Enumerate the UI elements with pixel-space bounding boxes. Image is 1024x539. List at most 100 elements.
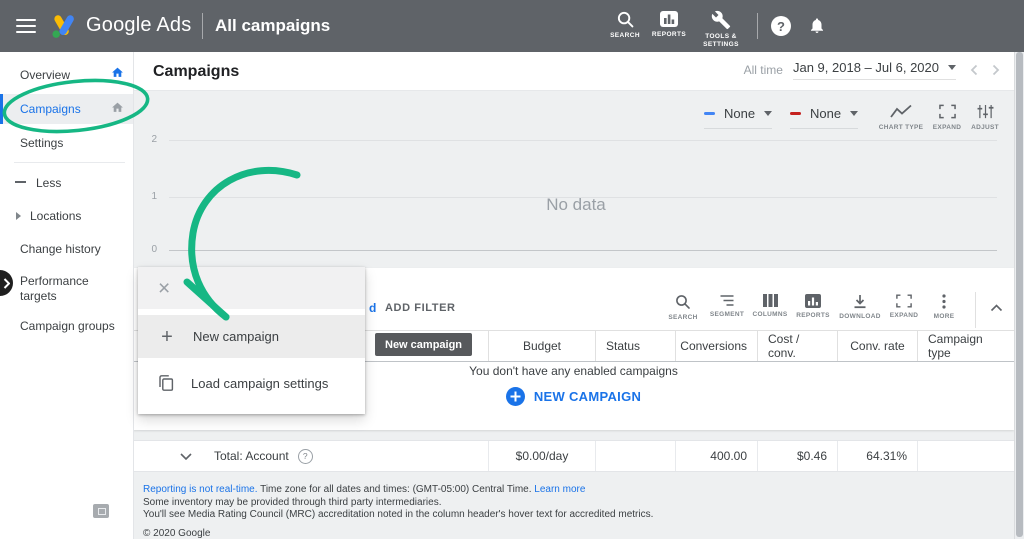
metric-1-dropdown[interactable]: None bbox=[704, 106, 772, 129]
chart-expand-button[interactable]: EXPAND bbox=[926, 104, 968, 131]
table-search-button[interactable]: SEARCH bbox=[661, 294, 705, 321]
table-reports-button[interactable]: REPORTS bbox=[791, 294, 835, 319]
performance-chart: None None CHART TYPE EXPAND ADJUST 2 1 bbox=[133, 90, 1014, 268]
total-conversions: 400.00 bbox=[675, 441, 757, 471]
menu-item-new-campaign[interactable]: + New campaign bbox=[138, 315, 365, 358]
footer-line-3: You'll see Media Rating Council (MRC) ac… bbox=[143, 509, 1002, 522]
more-vert-icon bbox=[942, 294, 946, 309]
wrench-icon bbox=[711, 10, 731, 30]
sidebar-item-less[interactable]: Less bbox=[36, 176, 61, 190]
help-icon[interactable]: ? bbox=[771, 16, 791, 36]
scrollbar-thumb[interactable] bbox=[1016, 52, 1023, 537]
columns-icon bbox=[763, 294, 778, 307]
column-header-cost-per-conv[interactable]: Cost / conv. bbox=[757, 331, 837, 361]
topbar-divider bbox=[202, 13, 203, 39]
column-header-budget[interactable]: Budget bbox=[488, 331, 595, 361]
chevron-down-icon[interactable] bbox=[180, 453, 192, 460]
total-row: Total: Account ? $0.00/day 400.00 $0.46 … bbox=[133, 440, 1014, 472]
notifications-bell-icon[interactable] bbox=[808, 15, 826, 36]
total-campaign-type bbox=[917, 441, 1014, 471]
gridline bbox=[169, 250, 997, 251]
chevron-right-icon bbox=[3, 278, 10, 289]
sidebar-item-overview[interactable]: Overview bbox=[20, 68, 70, 82]
no-data-message: No data bbox=[536, 195, 616, 215]
help-circle-icon[interactable]: ? bbox=[298, 449, 313, 464]
column-header-conversions[interactable]: Conversions bbox=[675, 331, 757, 361]
active-indicator bbox=[0, 94, 3, 124]
arrow-drop-down-icon bbox=[764, 111, 772, 116]
date-range-preset: All time bbox=[744, 63, 783, 77]
line-chart-icon bbox=[890, 104, 912, 119]
chevron-right-icon[interactable] bbox=[992, 64, 1000, 76]
sidebar-item-settings[interactable]: Settings bbox=[20, 136, 63, 150]
vertical-scrollbar[interactable] bbox=[1014, 52, 1024, 539]
sidebar-item-change-history[interactable]: Change history bbox=[20, 242, 101, 256]
chevron-left-icon[interactable] bbox=[970, 64, 978, 76]
metric-2-dropdown[interactable]: None bbox=[790, 106, 858, 129]
total-status bbox=[595, 441, 675, 471]
sidebar-item-performance-targets[interactable]: Performance targets bbox=[20, 274, 112, 304]
arrow-drop-down-icon bbox=[948, 65, 956, 70]
columns-button[interactable]: COLUMNS bbox=[748, 294, 792, 318]
expand-panel-button[interactable] bbox=[0, 270, 13, 296]
series-blue-dash-icon bbox=[704, 112, 715, 115]
sidebar-item-campaign-groups[interactable]: Campaign groups bbox=[20, 319, 115, 333]
topbar: Google Ads All campaigns SEARCH REPORTS … bbox=[0, 0, 1024, 52]
column-header-campaign-type[interactable]: Campaign type bbox=[917, 331, 1014, 361]
copyright: © 2020 Google bbox=[143, 528, 1002, 539]
new-campaign-tooltip: New campaign bbox=[375, 333, 472, 356]
search-icon bbox=[616, 10, 635, 29]
sidebar-item-campaigns-label[interactable]: Campaigns bbox=[20, 102, 81, 116]
column-header-conv-rate[interactable]: Conv. rate bbox=[837, 331, 917, 361]
expand-corners-icon bbox=[896, 294, 912, 308]
chevron-right-icon bbox=[16, 212, 21, 220]
download-button[interactable]: DOWNLOAD bbox=[838, 294, 882, 320]
date-range-control[interactable]: All time Jan 9, 2018 – Jul 6, 2020 bbox=[744, 60, 1000, 80]
segment-icon bbox=[719, 294, 735, 307]
add-filter-button[interactable]: ADD FILTER bbox=[385, 302, 456, 314]
collapse-chevron-up-icon[interactable] bbox=[990, 304, 1003, 312]
topbar-search-button[interactable]: SEARCH bbox=[605, 10, 645, 40]
google-ads-logo-icon bbox=[50, 13, 78, 39]
y-axis-tick: 0 bbox=[139, 244, 157, 255]
hamburger-menu-icon[interactable] bbox=[16, 19, 36, 33]
expand-corners-icon bbox=[939, 104, 956, 119]
feedback-icon[interactable] bbox=[93, 504, 109, 518]
new-campaign-button[interactable]: NEW CAMPAIGN bbox=[506, 387, 641, 406]
date-range-value: Jan 9, 2018 – Jul 6, 2020 bbox=[793, 60, 939, 75]
footer: Reporting is not real-time. Time zone fo… bbox=[143, 484, 1002, 539]
sidebar-divider bbox=[14, 162, 125, 163]
date-range-picker[interactable]: Jan 9, 2018 – Jul 6, 2020 bbox=[793, 60, 956, 80]
google-ads-window: Google Ads All campaigns SEARCH REPORTS … bbox=[0, 0, 1024, 539]
gridline bbox=[169, 140, 997, 141]
total-budget: $0.00/day bbox=[488, 441, 595, 471]
reporting-link[interactable]: Reporting is not real-time. bbox=[143, 484, 258, 495]
close-icon[interactable]: × bbox=[158, 278, 170, 299]
total-label-cell: Total: Account ? bbox=[133, 441, 488, 471]
segment-button[interactable]: SEGMENT bbox=[705, 294, 749, 318]
page-header: Campaigns All time Jan 9, 2018 – Jul 6, … bbox=[133, 52, 1014, 91]
status-filter-partial-text[interactable]: d bbox=[369, 301, 376, 315]
topbar-reports-button[interactable]: REPORTS bbox=[649, 10, 689, 39]
brand-name: Google Ads bbox=[86, 14, 191, 37]
column-header-status[interactable]: Status bbox=[595, 331, 675, 361]
menu-item-load-campaign-settings[interactable]: Load campaign settings bbox=[138, 358, 365, 408]
plus-icon: + bbox=[158, 327, 176, 347]
topbar-divider bbox=[757, 13, 758, 39]
menu-close-row[interactable]: × bbox=[138, 267, 365, 309]
table-expand-button[interactable]: EXPAND bbox=[882, 294, 926, 319]
chart-type-button[interactable]: CHART TYPE bbox=[874, 104, 928, 131]
more-button[interactable]: MORE bbox=[922, 294, 966, 320]
total-label: Total: Account bbox=[214, 449, 289, 463]
arrow-drop-down-icon bbox=[850, 111, 858, 116]
topbar-tools-settings-button[interactable]: TOOLS & SETTINGS bbox=[692, 10, 750, 48]
y-axis-tick: 2 bbox=[139, 134, 157, 145]
footer-line-1: Reporting is not real-time. Time zone fo… bbox=[143, 484, 1002, 497]
sidebar-item-locations[interactable]: Locations bbox=[30, 209, 81, 223]
chart-adjust-button[interactable]: ADJUST bbox=[964, 104, 1006, 131]
total-cost-per-conv: $0.46 bbox=[757, 441, 837, 471]
learn-more-link[interactable]: Learn more bbox=[534, 484, 585, 495]
minus-icon bbox=[15, 181, 26, 183]
y-axis-tick: 1 bbox=[139, 191, 157, 202]
reports-icon bbox=[805, 294, 821, 308]
